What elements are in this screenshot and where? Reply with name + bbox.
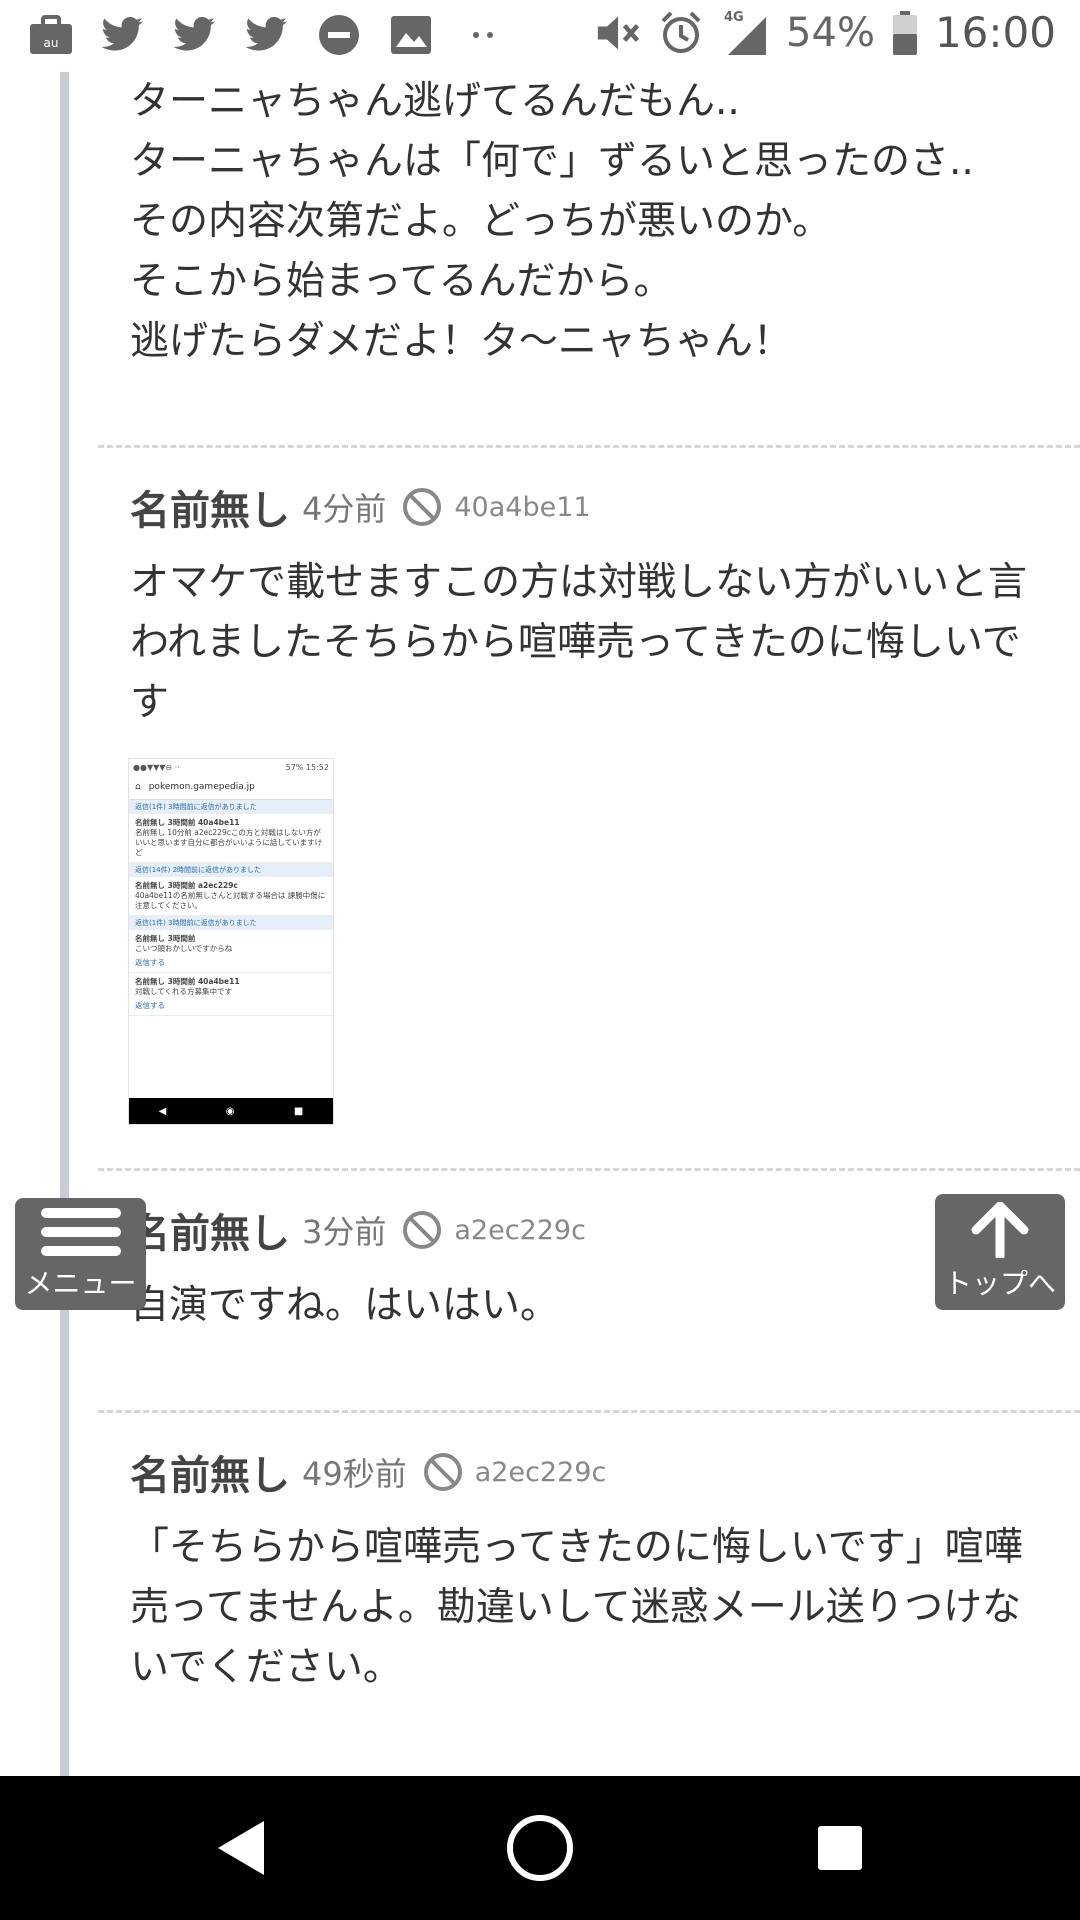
clock-time: 16:00 (934, 8, 1056, 57)
volume-mute-icon (596, 10, 642, 56)
twitter-icon (100, 12, 146, 58)
thumb-back-icon: ◀ (158, 1105, 167, 1117)
text-line: その内容次第だよ。どっちが悪いのか。 (130, 199, 832, 244)
back-to-top-label: トップへ (943, 1267, 1056, 1300)
twitter-icon (244, 12, 290, 58)
image-icon (388, 12, 434, 58)
thumb-comment-text: 40a4be11の名前無しさんと対戦する場合は 諫勝中傷に注意してください。 (135, 891, 326, 910)
post-time: 4分前 (302, 490, 387, 528)
thumb-comment-meta: 名前無し 3時間前 40a4be11 (135, 818, 240, 827)
previous-comment-text: ターニャちゃん逃げてるんだもん.. ターニャちゃんは「何で」ずるいと思ったのさ.… (130, 72, 1050, 372)
home-nav-button[interactable] (500, 1776, 580, 1920)
comment-divider (98, 445, 1080, 448)
thumb-status-text: 57% 15:52 (285, 762, 329, 772)
thumb-icons: ●●▼▼▼⊖ ·· (133, 762, 180, 772)
comment-body: 「そちらから喧嘩売ってきたのに悔しいです」喧嘩売ってませんよ。勘違いして迷惑メー… (130, 1525, 1023, 1690)
text-line: そこから始まってるんだから。 (130, 259, 673, 304)
recents-nav-button[interactable] (800, 1776, 880, 1920)
back-triangle-icon (218, 1821, 264, 1875)
home-circle-icon (507, 1815, 573, 1881)
thumb-reply-bar: 返信(1件) 3時間前に返信がありました (129, 916, 333, 930)
thumb-comment: 名前無し 3時間前 こいつ頭おかしいですからね 返信する (129, 930, 333, 973)
battery-icon (891, 10, 919, 56)
back-nav-button[interactable] (200, 1776, 280, 1920)
thumb-nav-bar: ◀ ◉ ■ (129, 1098, 333, 1124)
notification-icons: au (28, 12, 506, 58)
comment-item: 名前無し 3分前 a2ec229c 自演ですね。はいはい。 (130, 1198, 1030, 1336)
svg-text:au: au (44, 36, 59, 50)
battery-percent: 54% (786, 9, 875, 56)
post-time: 3分前 (302, 1213, 387, 1251)
comment-item: 名前無し 49秒前 a2ec229c 「そちらから喧嘩売ってきたのに悔しいです」… (130, 1440, 1030, 1698)
status-bar: au 4G 54% 16:00 (0, 0, 1080, 72)
thread-indent-line (60, 72, 69, 1776)
user-hash-id: a2ec229c (454, 1214, 586, 1246)
system-indicators: 4G 54% 16:00 (596, 8, 1056, 57)
thumb-comment-meta: 名前無し 3時間前 40a4be11 (135, 977, 240, 986)
android-nav-bar (0, 1776, 1080, 1920)
author-name: 名前無し (130, 1453, 290, 1499)
comment-body: オマケで載せますこの方は対戦しない方がいいと言われましたそちらから喧嘩売ってきた… (130, 560, 1028, 725)
do-not-disturb-icon (316, 12, 362, 58)
block-icon[interactable] (402, 1210, 442, 1250)
comment-divider (98, 1410, 1080, 1413)
au-briefcase-icon: au (28, 12, 74, 58)
thumb-reply-bar: 返信(1件) 3時間前に返信がありました (129, 800, 333, 814)
thumb-recents-icon: ■ (293, 1105, 304, 1117)
user-hash-id: a2ec229c (474, 1456, 607, 1488)
thumb-comment-text: 対戦してくれる方募集中です (135, 987, 233, 996)
post-time: 49秒前 (302, 1455, 407, 1493)
thumb-comment-text: こいつ頭おかしいですからね (135, 944, 233, 953)
thumb-reply-bar: 返信(14件) 2時間前に返信がありました (129, 863, 333, 877)
author-name: 名前無し (130, 1211, 290, 1257)
thumb-comment: 名前無し 3時間前 a2ec229c 40a4be11の名前無しさんと対戦する場合… (129, 877, 333, 916)
back-to-top-button[interactable]: トップへ (935, 1194, 1065, 1310)
comment-meta: 名前無し 49秒前 a2ec229c (130, 1440, 1030, 1504)
thumb-comment-text: 名前無し 10分前 a2ec229cこの方と対戦はしない方がいいと思います自分に… (135, 828, 323, 857)
author-name: 名前無し (130, 488, 290, 534)
twitter-icon (172, 12, 218, 58)
signal-4g-icon: 4G (720, 10, 770, 56)
comment-body: 自演ですね。はいはい。 (130, 1283, 560, 1328)
thumb-home-icon: ◉ (225, 1105, 235, 1117)
recents-square-icon (818, 1826, 862, 1870)
thumb-url: pokemon.gamepedia.jp (148, 782, 255, 792)
attached-screenshot-thumbnail[interactable]: ●●▼▼▼⊖ ·· 57% 15:52 ⌂ pokemon.gamepedia.jp… (128, 758, 334, 1125)
text-line: ターニャちゃんは「何で」ずるいと思ったのさ.. (130, 139, 974, 184)
thumb-comment-meta: 名前無し 3時間前 a2ec229c (135, 881, 238, 890)
comment-divider (98, 1168, 1080, 1171)
comment-item: 名前無し 4分前 40a4be11 オマケで載せますこの方は対戦しない方がいいと… (130, 475, 1030, 733)
user-hash-id: 40a4be11 (454, 491, 591, 523)
menu-button[interactable]: メニュー (15, 1198, 146, 1310)
alarm-clock-icon (658, 10, 704, 56)
thumb-url-bar: ⌂ pokemon.gamepedia.jp (129, 775, 333, 800)
thumb-reply-link: 返信する (135, 1001, 165, 1010)
comment-meta: 名前無し 4分前 40a4be11 (130, 475, 1030, 539)
thumb-comment-meta: 名前無し 3時間前 (135, 934, 196, 943)
thumb-home-icon: ⌂ (135, 782, 141, 792)
thumb-comment: 名前無し 3時間前 40a4be11 対戦してくれる方募集中です 返信する (129, 973, 333, 1016)
comment-meta: 名前無し 3分前 a2ec229c (130, 1198, 1030, 1262)
menu-button-label: メニュー (24, 1267, 137, 1300)
thumb-reply-link: 返信する (135, 958, 165, 967)
more-dots-icon (460, 12, 506, 58)
block-icon[interactable] (402, 487, 442, 527)
block-icon[interactable] (423, 1452, 463, 1492)
text-line: 逃げたらダメだよ！タ〜ニャちゃん！ (130, 319, 792, 364)
network-type: 4G (724, 10, 744, 25)
thumb-status-bar: ●●▼▼▼⊖ ·· 57% 15:52 (129, 759, 333, 775)
hamburger-menu-icon (40, 1208, 121, 1256)
arrow-up-icon (971, 1202, 1029, 1258)
text-line: ターニャちゃん逃げてるんだもん.. (130, 79, 740, 124)
thumb-comment: 名前無し 3時間前 40a4be11 名前無し 10分前 a2ec229cこの方と… (129, 814, 333, 863)
